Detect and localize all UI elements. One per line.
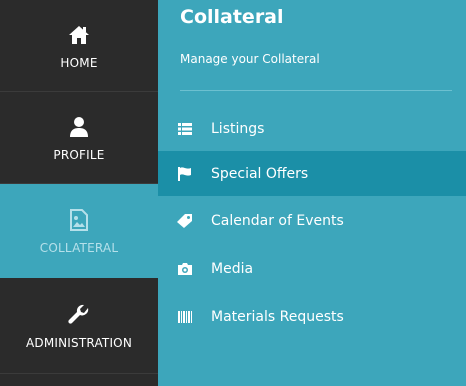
wrench-icon [66, 302, 92, 328]
menu-item-label: Media [211, 260, 254, 277]
page-subtitle: Manage your Collateral [180, 52, 320, 66]
list-icon [177, 121, 193, 137]
menu-item-special-offers[interactable]: Special Offers [158, 151, 466, 196]
page-title: Collateral [180, 6, 284, 28]
sidebar-item-home[interactable]: HOME [0, 0, 158, 92]
collateral-panel: Collateral Manage your Collateral Listin… [158, 0, 466, 386]
sidebar-item-administration[interactable]: ADMINISTRATION [0, 278, 158, 374]
camera-icon [177, 261, 193, 277]
sidebar-item-label: COLLATERAL [39, 241, 119, 255]
sidebar-item-label: ADMINISTRATION [25, 335, 133, 350]
sidebar-item-profile[interactable]: PROFILE [0, 92, 158, 184]
tag-icon [177, 213, 193, 229]
sidebar-item-label: PROFILE [53, 147, 105, 162]
image-icon [66, 207, 92, 233]
menu-item-media[interactable]: Media [158, 246, 466, 291]
menu-item-label: Materials Requests [211, 308, 344, 325]
menu-item-calendar-of-events[interactable]: Calendar of Events [158, 198, 466, 243]
sidebar-item-collateral[interactable]: COLLATERAL [0, 184, 158, 278]
menu-item-listings[interactable]: Listings [158, 106, 466, 151]
sidebar-rail: HOME PROFILE COLLATERAL ADMINISTRATION [0, 0, 158, 386]
menu-item-label: Listings [211, 120, 265, 137]
menu-item-materials-requests[interactable]: Materials Requests [158, 294, 466, 339]
menu-item-label: Special Offers [211, 165, 309, 182]
divider [180, 90, 452, 91]
menu-item-label: Calendar of Events [211, 212, 344, 229]
flag-icon [177, 166, 193, 182]
user-icon [66, 114, 92, 140]
sidebar-item-label: HOME [60, 55, 98, 70]
home-icon [66, 22, 92, 48]
barcode-icon [177, 309, 193, 325]
